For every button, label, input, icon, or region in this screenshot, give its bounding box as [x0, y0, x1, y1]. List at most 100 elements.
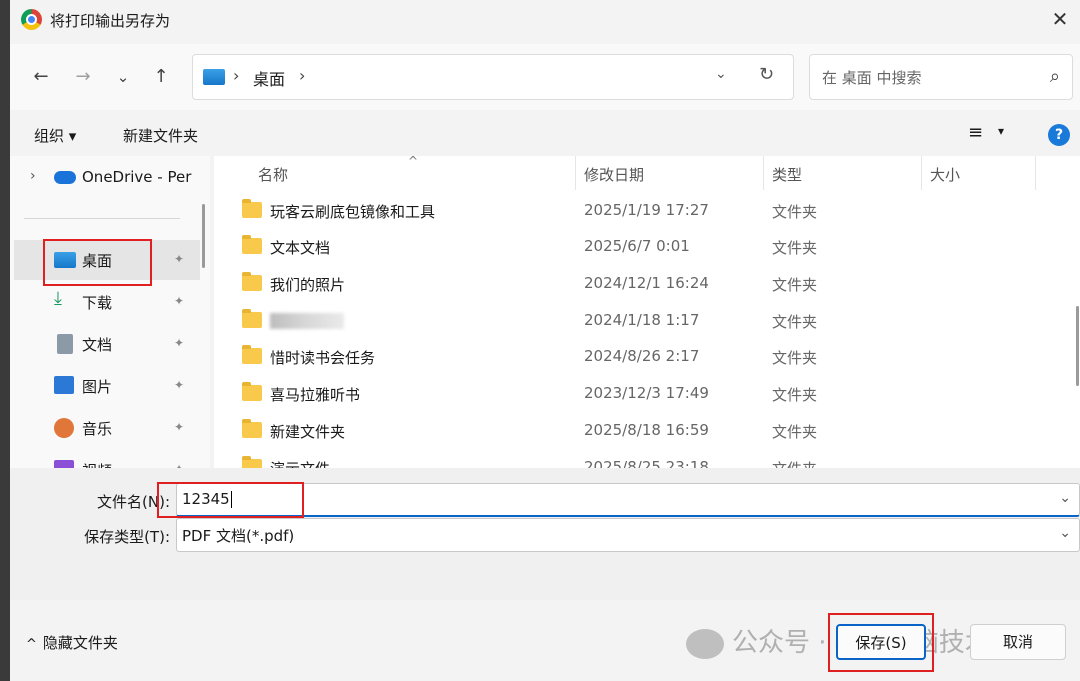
pin-icon: ✦ — [174, 294, 185, 308]
file-date: 2023/12/3 17:49 — [584, 384, 709, 402]
file-name: 演示文件 — [270, 458, 330, 468]
filename-input[interactable]: 12345 ⌄ — [176, 483, 1080, 517]
table-row[interactable]: 喜马拉雅听书 2023/12/3 17:49 文件夹 — [214, 376, 1080, 412]
file-date: 2024/1/18 1:17 — [584, 311, 700, 329]
chrome-icon — [21, 9, 42, 30]
refresh-icon[interactable]: ↻ — [759, 64, 774, 85]
column-header-size[interactable]: 大小 — [930, 156, 1036, 190]
file-date: 2025/8/18 16:59 — [584, 421, 709, 439]
file-name: 玩客云刷底包镜像和工具 — [270, 203, 436, 221]
filename-text: 12345 — [182, 490, 230, 508]
column-header-name[interactable]: 名称 — [258, 156, 576, 190]
table-row[interactable]: 2024/1/18 1:17 文件夹 — [214, 303, 1080, 339]
file-list-scrollbar[interactable] — [1076, 306, 1079, 386]
pin-icon: ✦ — [174, 378, 185, 392]
breadcrumb-separator: › — [233, 66, 240, 85]
filename-value: 12345 — [182, 490, 232, 508]
column-header-date[interactable]: 修改日期 — [584, 156, 764, 190]
filetype-label: 保存类型(T): — [84, 528, 170, 546]
sidebar-item-label: 桌面 — [82, 252, 113, 270]
chevron-down-icon[interactable]: ⌄ — [1059, 490, 1071, 506]
file-date: 2024/8/26 2:17 — [584, 347, 700, 365]
sidebar-item-videos[interactable]: 视频 ✦ — [14, 450, 200, 468]
file-name: 我们的照片 — [270, 276, 346, 294]
search-placeholder: 在 桌面 中搜索 — [822, 69, 922, 87]
folder-icon — [242, 309, 262, 328]
video-icon — [54, 460, 74, 468]
filetype-select[interactable]: PDF 文档(*.pdf) ⌄ — [176, 518, 1080, 552]
file-type: 文件夹 — [772, 386, 818, 404]
table-row[interactable]: 文本文档 2025/6/7 0:01 文件夹 — [214, 229, 1080, 265]
close-icon[interactable]: ✕ — [1046, 5, 1074, 33]
save-as-dialog: 将打印输出另存为 ✕ ← → ⌄ ↑ › 桌面 › ⌄ ↻ 在 桌面 中搜索 ⌕… — [10, 0, 1080, 681]
sidebar-item-pictures[interactable]: 图片 ✦ — [14, 366, 200, 406]
chevron-down-icon[interactable]: ⌄ — [1059, 525, 1071, 541]
download-icon: ⤓ — [54, 288, 62, 309]
file-date: 2025/1/19 17:27 — [584, 201, 709, 219]
table-row[interactable]: 玩客云刷底包镜像和工具 2025/1/19 17:27 文件夹 — [214, 193, 1080, 229]
folder-icon — [242, 199, 262, 218]
sidebar-item-documents[interactable]: 文档 ✦ — [14, 324, 200, 364]
file-list: ^ 名称 修改日期 类型 大小 玩客云刷底包镜像和工具 2025/1/19 17… — [214, 156, 1080, 468]
sidebar-item-onedrive[interactable]: › OneDrive - Per — [14, 158, 200, 198]
column-label: 修改日期 — [584, 166, 645, 184]
sidebar-item-desktop[interactable]: 桌面 ✦ — [14, 240, 200, 280]
folder-icon — [242, 419, 262, 438]
file-type: 文件夹 — [772, 203, 818, 221]
file-name: 文本文档 — [270, 239, 331, 257]
wechat-icon — [686, 628, 724, 659]
breadcrumb-desktop[interactable]: 桌面 — [253, 66, 285, 90]
desktop-icon — [203, 69, 225, 85]
address-bar[interactable]: › 桌面 › ⌄ ↻ — [192, 54, 794, 100]
back-icon[interactable]: ← — [26, 64, 56, 90]
sidebar-scrollbar[interactable] — [202, 204, 205, 268]
navigation-bar: ← → ⌄ ↑ › 桌面 › ⌄ ↻ 在 桌面 中搜索 ⌕ — [10, 44, 1080, 110]
cancel-button[interactable]: 取消 — [970, 624, 1066, 660]
folder-icon — [242, 345, 262, 364]
sidebar-item-downloads[interactable]: ⤓ 下载 ✦ — [14, 282, 200, 322]
file-name: 新建文件夹 — [270, 423, 346, 441]
pin-icon: ✦ — [174, 420, 185, 434]
table-row[interactable]: 演示文件 2025/8/25 23:18 文件夹 — [214, 450, 1080, 468]
sidebar-item-label: 文档 — [82, 336, 113, 354]
column-header-type[interactable]: 类型 — [772, 156, 922, 190]
desktop-icon — [54, 252, 76, 268]
file-date: 2025/6/7 0:01 — [584, 237, 690, 255]
dialog-footer: ^隐藏文件夹 公众号 · 小白电脑技术 保存(S) 取消 — [10, 600, 1080, 681]
hide-folders-toggle[interactable]: ^ 隐藏文件夹 — [26, 632, 118, 653]
organize-menu[interactable]: 组织 ▾ — [34, 125, 76, 146]
save-button[interactable]: 保存(S) — [836, 624, 926, 660]
view-dropdown-icon[interactable]: ▾ — [998, 124, 1004, 138]
search-box[interactable]: 在 桌面 中搜索 ⌕ — [809, 54, 1073, 100]
filename-label: 文件名(N): — [97, 493, 170, 511]
file-type: 文件夹 — [772, 458, 817, 468]
search-icon[interactable]: ⌕ — [1050, 66, 1060, 87]
table-row[interactable]: 惜时读书会任务 2024/8/26 2:17 文件夹 — [214, 339, 1080, 375]
file-type: 文件夹 — [772, 239, 818, 257]
sidebar-item-label: 音乐 — [82, 420, 113, 438]
recent-locations-icon[interactable]: ⌄ — [108, 64, 138, 90]
table-row[interactable]: 新建文件夹 2025/8/18 16:59 文件夹 — [214, 413, 1080, 449]
new-folder-button[interactable]: 新建文件夹 — [123, 125, 198, 146]
column-label: 大小 — [930, 166, 961, 184]
filetype-value: PDF 文档(*.pdf) — [182, 527, 295, 545]
view-options-icon[interactable]: ≡ — [968, 122, 983, 143]
file-date: 2025/8/25 23:18 — [584, 458, 709, 468]
folder-icon — [242, 235, 262, 254]
sidebar-item-music[interactable]: 音乐 ✦ — [14, 408, 200, 448]
column-label: 类型 — [772, 166, 803, 184]
pin-icon: ✦ — [174, 336, 185, 350]
sidebar-item-label: 视频 — [82, 460, 112, 468]
address-dropdown-icon[interactable]: ⌄ — [715, 66, 727, 82]
forward-icon[interactable]: → — [68, 64, 98, 90]
breadcrumb-separator[interactable]: › — [299, 66, 305, 85]
pin-icon: ✦ — [174, 252, 185, 266]
chevron-up-icon: ^ — [26, 637, 37, 652]
file-type: 文件夹 — [772, 276, 818, 294]
navigation-pane: › OneDrive - Per 桌面 ✦ ⤓ 下载 ✦ 文档 ✦ 图片 ✦ 音… — [10, 156, 210, 468]
up-folder-icon[interactable]: ↑ — [146, 64, 176, 90]
expand-chevron-icon[interactable]: › — [30, 168, 36, 184]
help-icon[interactable]: ? — [1048, 124, 1070, 146]
column-label: 名称 — [258, 166, 289, 184]
table-row[interactable]: 我们的照片 2024/12/1 16:24 文件夹 — [214, 266, 1080, 302]
